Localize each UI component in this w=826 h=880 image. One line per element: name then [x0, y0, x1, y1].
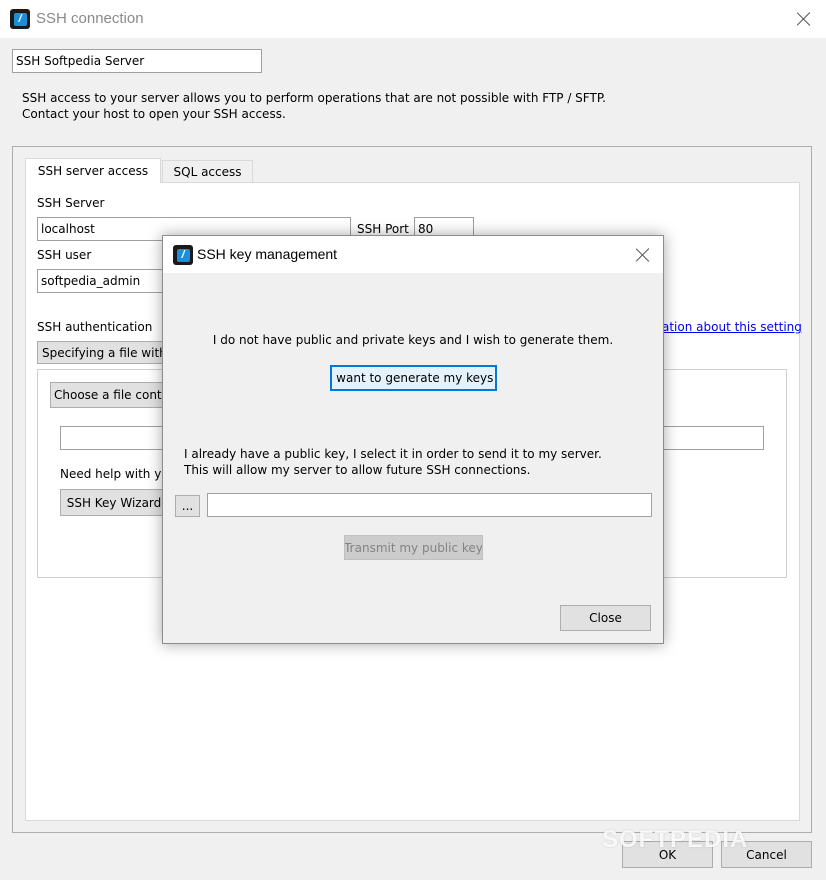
tab-sql-access[interactable]: SQL access — [162, 160, 253, 182]
dialog-close-button[interactable]: Close — [560, 605, 651, 631]
ssh-server-label: SSH Server — [37, 196, 105, 210]
connection-name-input[interactable] — [12, 49, 262, 73]
window-title: SSH connection — [36, 10, 144, 27]
public-key-path-input[interactable] — [207, 493, 652, 517]
cancel-button[interactable]: Cancel — [721, 841, 812, 868]
auth-method-button[interactable]: Specifying a file with — [37, 341, 177, 364]
dialog-title: SSH key management — [197, 246, 338, 262]
generate-keys-text: I do not have public and private keys an… — [212, 333, 614, 347]
ssh-port-label: SSH Port — [357, 222, 409, 236]
help-text: Need help with yo — [60, 467, 169, 481]
ssh-key-wizard-button[interactable]: SSH Key Wizard — [60, 489, 168, 516]
tab-label: SSH server access — [37, 164, 149, 178]
dialog-logo-glyph: / — [176, 248, 190, 262]
description-line-2: Contact your host to open your SSH acces… — [22, 107, 286, 121]
ssh-key-management-dialog: / SSH key management I do not have publi… — [162, 235, 664, 644]
app-logo-glyph: / — [13, 12, 27, 26]
existing-key-text-line-1: I already have a public key, I select it… — [184, 447, 602, 461]
ssh-authentication-label: SSH authentication — [37, 320, 153, 334]
description-line-1: SSH access to your server allows you to … — [22, 91, 606, 105]
choose-file-button[interactable]: Choose a file conta — [50, 382, 180, 408]
dialog-app-icon: / — [173, 245, 193, 265]
ssh-user-input[interactable] — [37, 269, 177, 293]
dialog-close-icon[interactable] — [634, 246, 652, 264]
tab-label: SQL access — [173, 164, 242, 179]
existing-key-text-line-2: This will allow my server to allow futur… — [184, 463, 531, 477]
transmit-public-key-button[interactable]: Transmit my public key — [344, 535, 483, 560]
generate-keys-button[interactable]: I want to generate my keys! — [330, 365, 497, 391]
app-icon: / — [10, 9, 30, 29]
browse-key-button[interactable]: ... — [175, 495, 200, 517]
close-window-icon[interactable] — [795, 10, 813, 28]
setting-info-link[interactable]: ation about this setting — [662, 320, 802, 334]
ok-button[interactable]: OK — [622, 841, 713, 868]
ssh-description: SSH access to your server allows you to … — [22, 90, 606, 122]
tab-ssh-server-access[interactable]: SSH server access — [25, 158, 161, 183]
ssh-user-label: SSH user — [37, 248, 92, 262]
